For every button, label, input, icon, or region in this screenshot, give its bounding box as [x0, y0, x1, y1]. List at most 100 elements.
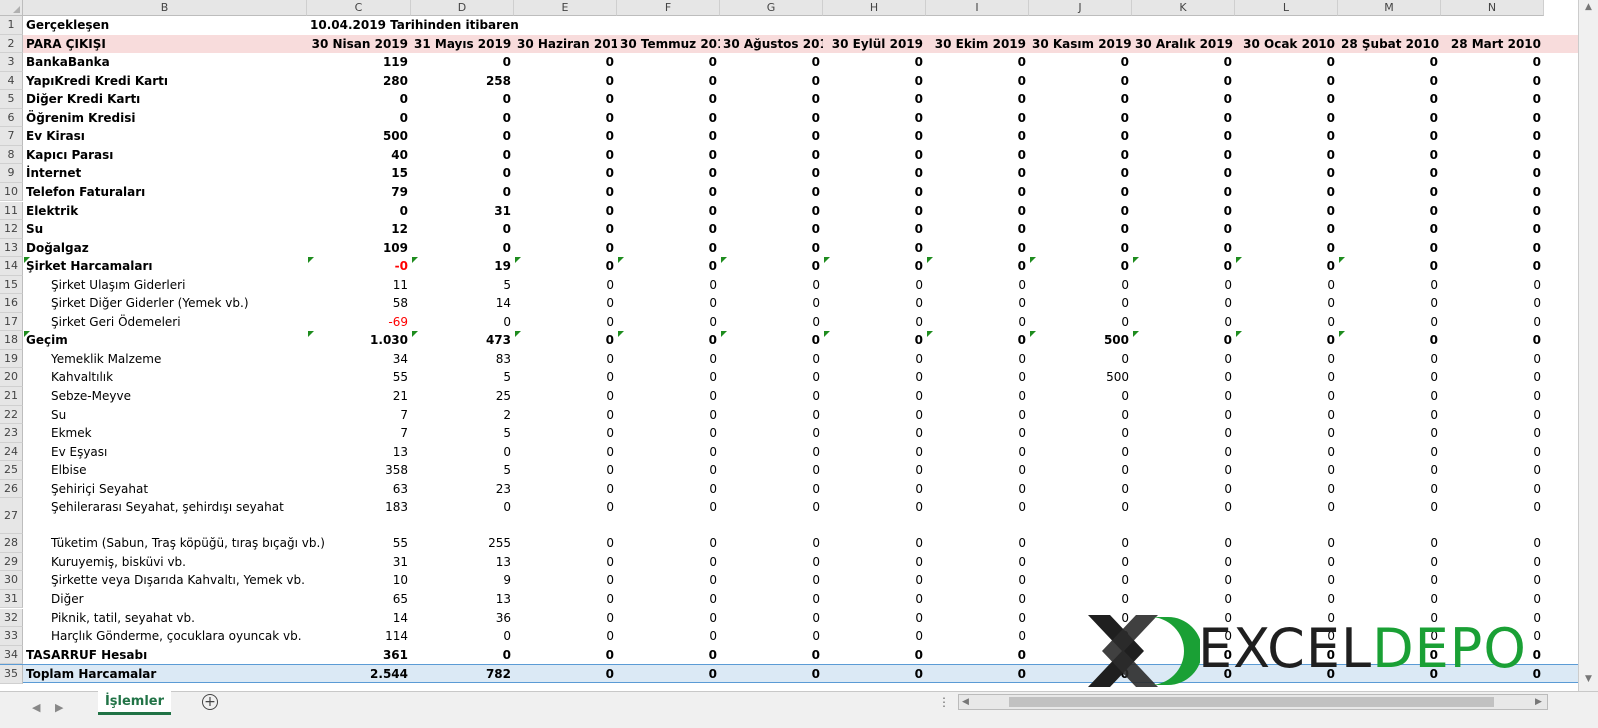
value-cell[interactable]: 65	[307, 590, 411, 609]
value-cell[interactable]: 0	[823, 239, 926, 258]
value-cell[interactable]: 0	[1441, 257, 1544, 276]
value-cell[interactable]: 0	[1235, 239, 1338, 258]
value-cell[interactable]: 0	[1132, 257, 1235, 276]
column-header-f[interactable]: F	[617, 0, 720, 16]
row-label[interactable]: Elbise	[23, 461, 307, 480]
value-cell[interactable]: 0	[617, 406, 720, 425]
value-cell[interactable]: 0	[926, 646, 1029, 665]
value-cell[interactable]: 0	[720, 164, 823, 183]
value-cell[interactable]: 0	[1132, 461, 1235, 480]
value-cell[interactable]: 0	[1338, 239, 1441, 258]
value-cell[interactable]: 0	[926, 424, 1029, 443]
value-cell[interactable]: 0	[617, 350, 720, 369]
value-cell[interactable]: 0	[926, 534, 1029, 553]
value-cell[interactable]: 0	[926, 331, 1029, 350]
value-cell[interactable]: 0	[720, 127, 823, 146]
value-cell[interactable]: 0	[617, 480, 720, 499]
value-cell[interactable]: 0	[411, 239, 514, 258]
value-cell[interactable]: 0	[720, 498, 823, 516]
value-cell[interactable]: 0	[720, 53, 823, 72]
value-cell[interactable]: 0	[926, 406, 1029, 425]
value-cell[interactable]: 0	[823, 443, 926, 462]
row-header[interactable]: 3	[0, 53, 23, 72]
value-cell[interactable]: 500	[307, 127, 411, 146]
value-cell[interactable]: 0	[1235, 164, 1338, 183]
value-cell[interactable]: 0	[926, 609, 1029, 628]
date-header[interactable]: 30 Haziran 2019	[514, 35, 617, 54]
value-cell[interactable]: 0	[823, 480, 926, 499]
value-cell[interactable]: 0	[720, 276, 823, 295]
row-label[interactable]: Diğer	[23, 590, 307, 609]
value-cell[interactable]: 0	[1338, 257, 1441, 276]
value-cell[interactable]: 0	[823, 276, 926, 295]
value-cell[interactable]: 0	[1441, 72, 1544, 91]
value-cell[interactable]: 0	[411, 498, 514, 516]
value-cell[interactable]: 0	[411, 313, 514, 332]
column-header-j[interactable]: J	[1029, 0, 1132, 16]
value-cell[interactable]: 0	[1441, 276, 1544, 295]
row-header[interactable]: 15	[0, 275, 23, 295]
column-header-l[interactable]: L	[1235, 0, 1338, 16]
value-cell[interactable]: 0	[1338, 276, 1441, 295]
date-header[interactable]: 30 Eylül 2019	[823, 35, 926, 54]
value-cell[interactable]: 0	[1235, 424, 1338, 443]
row-label[interactable]: Elektrik	[23, 202, 307, 221]
value-cell[interactable]: 0	[514, 609, 617, 628]
column-header-b[interactable]: B	[23, 0, 307, 16]
row-header[interactable]: 4	[0, 71, 23, 91]
value-cell[interactable]: 0	[720, 534, 823, 553]
value-cell[interactable]: 0	[514, 534, 617, 553]
row-header[interactable]: 21	[0, 387, 23, 406]
value-cell[interactable]: 0	[514, 350, 617, 369]
value-cell[interactable]: 0	[926, 109, 1029, 128]
value-cell[interactable]: 0	[1132, 368, 1235, 387]
value-cell[interactable]: 31	[411, 202, 514, 221]
value-cell[interactable]: 280	[307, 72, 411, 91]
value-cell[interactable]: 0	[1132, 387, 1235, 406]
value-cell[interactable]: 0	[411, 183, 514, 202]
value-cell[interactable]: 0	[720, 109, 823, 128]
row-label[interactable]: Ev Kirası	[23, 127, 307, 146]
horizontal-scrollbar[interactable]: ◀ ▶	[958, 694, 1548, 710]
value-cell[interactable]: 0	[1441, 53, 1544, 72]
value-cell[interactable]: 0	[720, 627, 823, 646]
value-cell[interactable]: 31	[307, 553, 411, 572]
value-cell[interactable]: 0	[720, 609, 823, 628]
value-cell[interactable]: 0	[926, 480, 1029, 499]
value-cell[interactable]: 0	[720, 239, 823, 258]
row-header[interactable]: 32	[0, 608, 23, 628]
value-cell[interactable]: 0	[1441, 146, 1544, 165]
value-cell[interactable]: 63	[307, 480, 411, 499]
value-cell[interactable]: 0	[1441, 350, 1544, 369]
row-header[interactable]: 29	[0, 552, 23, 572]
value-cell[interactable]: 0	[514, 461, 617, 480]
row-label[interactable]: Geçim	[23, 331, 307, 350]
column-header-h[interactable]: H	[823, 0, 926, 16]
value-cell[interactable]: 0	[1235, 90, 1338, 109]
value-cell[interactable]: 14	[411, 294, 514, 313]
value-cell[interactable]: 79	[307, 183, 411, 202]
value-cell[interactable]: 0	[617, 331, 720, 350]
value-cell[interactable]: 473	[411, 331, 514, 350]
value-cell[interactable]: 0	[411, 443, 514, 462]
value-cell[interactable]: 0	[1338, 646, 1441, 665]
value-cell[interactable]: 0	[1338, 202, 1441, 221]
value-cell[interactable]: 0	[823, 350, 926, 369]
value-cell[interactable]: 0	[1441, 90, 1544, 109]
row-label[interactable]: Öğrenim Kredisi	[23, 109, 307, 128]
value-cell[interactable]: 0	[1441, 571, 1544, 590]
value-cell[interactable]: 0	[720, 313, 823, 332]
row-label[interactable]: Şirket Ulaşım Giderleri	[23, 276, 307, 295]
value-cell[interactable]: 0	[823, 313, 926, 332]
value-cell[interactable]: 0	[617, 368, 720, 387]
value-cell[interactable]: 119	[307, 53, 411, 72]
value-cell[interactable]: 0	[926, 627, 1029, 646]
row-label[interactable]: Harçlık Gönderme, çocuklara oyuncak vb.	[23, 627, 307, 646]
value-cell[interactable]: 0	[1132, 646, 1235, 665]
value-cell[interactable]: 0	[720, 406, 823, 425]
value-cell[interactable]: 0	[411, 90, 514, 109]
value-cell[interactable]: 0	[720, 220, 823, 239]
value-cell[interactable]: 0	[411, 53, 514, 72]
value-cell[interactable]: 0	[1132, 109, 1235, 128]
value-cell[interactable]: 0	[1235, 627, 1338, 646]
